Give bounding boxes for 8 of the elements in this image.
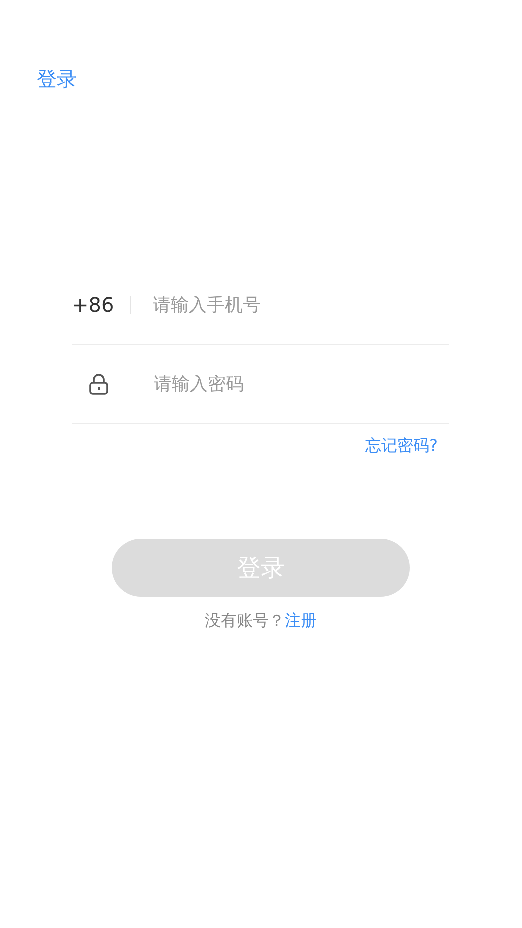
phone-input-field[interactable]: 请输入手机号 (153, 294, 449, 316)
signup-prompt: 没有账号？ (205, 611, 285, 630)
page-title: 登录 (36, 66, 78, 93)
forgot-password-link[interactable]: 忘记密码? (366, 436, 438, 457)
password-input-field[interactable]: 请输入密码 (154, 374, 449, 394)
signup-link[interactable]: 注册 (285, 611, 317, 630)
lock-icon (88, 373, 110, 395)
country-code[interactable]: +86 (72, 293, 130, 317)
